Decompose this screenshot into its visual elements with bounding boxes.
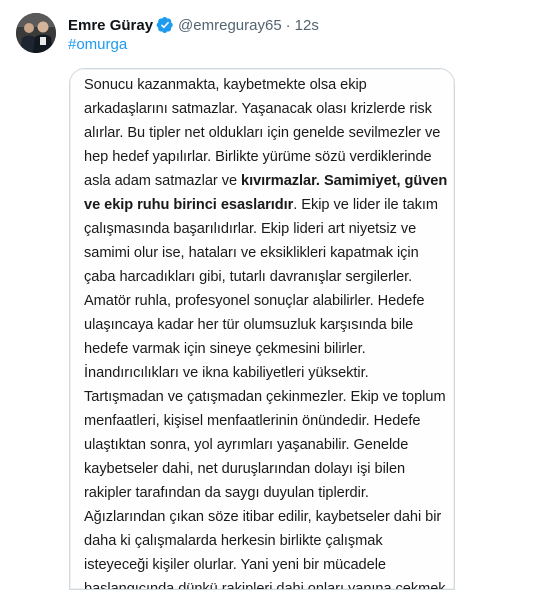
note-text: daha ki çalışmalarda herkesin birlikte ç… (84, 533, 383, 549)
tweet-header: Emre Güray @emreguray65 · 12s (68, 14, 319, 36)
note-line: daha ki çalışmalarda herkesin birlikte ç… (84, 529, 446, 553)
note-bold-text: kıvırmazlar. Samimiyet, güven (241, 173, 448, 189)
note-line: asla adam satmazlar ve kıvırmazlar. Sami… (84, 169, 448, 193)
note-text: alırlar. Bu tipler net oldukları için ge… (84, 125, 441, 141)
note-text: samimi olur ise, hataları ve eksiklikler… (84, 245, 419, 261)
note-line: samimi olur ise, hataları ve eksiklikler… (84, 241, 446, 265)
note-line: Ağızlarından çıkan söze itibar edilir, k… (84, 505, 446, 529)
hashtag-link[interactable]: #omurga (68, 36, 127, 53)
note-text: menfaatleri, kişisel menfaatlerinin önün… (84, 413, 421, 429)
note-line: hep hedef yapılırlar. Birlikte yürüme sö… (84, 145, 446, 169)
note-text: Ağızlarından çıkan söze itibar edilir, k… (84, 509, 442, 525)
note-line: ulaşıncaya kadar her tür olumsuzluk karş… (84, 313, 446, 337)
attached-image[interactable]: Sonucu kazanmakta, kaybetmekte olsa ekip… (69, 68, 455, 590)
avatar[interactable] (16, 13, 56, 53)
note-line: Tartışmadan ve çatışmadan çekinmezler. E… (84, 385, 446, 409)
note-line: isteyeceği kişiler olurlar. Yani yeni bi… (84, 553, 446, 577)
note-line: hedefe varmak için sineye çekmesini bili… (84, 337, 446, 361)
note-line: çalışmasında başarılıdırlar. Ekip lideri… (84, 217, 446, 241)
note-text-image: Sonucu kazanmakta, kaybetmekte olsa ekip… (70, 69, 454, 589)
note-text: başlangıcında dünkü rakipleri dahi onlar… (84, 581, 450, 590)
note-line: İnandırıcılıkları ve ikna kabiliyetleri … (84, 361, 446, 385)
separator-dot: · (285, 16, 291, 34)
note-bold-text: ve ekip ruhu birinci esaslarıdır (84, 197, 294, 213)
note-line: menfaatleri, kişisel menfaatlerinin önün… (84, 409, 446, 433)
note-line: Amatör ruhla, profesyonel sonuçlar alabi… (84, 289, 446, 313)
note-text: arkadaşlarını satmazlar. Yaşanacak olası… (84, 101, 432, 117)
note-text: isteyeceği kişiler olurlar. Yani yeni bi… (84, 557, 386, 573)
note-text: Tartışmadan ve çatışmadan çekinmezler. E… (84, 389, 446, 405)
note-text: hedefe varmak için sineye çekmesini bili… (84, 341, 366, 357)
note-text: Amatör ruhla, profesyonel sonuçlar alabi… (84, 293, 425, 309)
note-text: asla adam satmazlar ve (84, 173, 242, 189)
note-text: İnandırıcılıkları ve ikna kabiliyetleri … (84, 365, 369, 381)
author-name[interactable]: Emre Güray (68, 17, 153, 34)
note-line: ulaştıktan sonra, yol ayrımları yaşanabi… (84, 433, 446, 457)
verified-badge-icon (156, 16, 173, 34)
note-line: alırlar. Bu tipler net oldukları için ge… (84, 121, 446, 145)
note-line: ve ekip ruhu birinci esaslarıdır. Ekip v… (84, 193, 446, 217)
note-text: çaba harcadıkları gibi, tutarlı davranış… (84, 269, 413, 285)
note-text: rakipler tarafından da saygı duyulan tip… (84, 485, 369, 501)
note-text: kaybetseler dahi, net duruşlarından dola… (84, 461, 406, 477)
timestamp[interactable]: 12s (295, 17, 319, 34)
note-text: Sonucu kazanmakta, kaybetmekte olsa ekip (84, 77, 367, 93)
note-text: hep hedef yapılırlar. Birlikte yürüme sö… (84, 149, 432, 165)
note-line: Sonucu kazanmakta, kaybetmekte olsa ekip (84, 73, 446, 97)
note-line: çaba harcadıkları gibi, tutarlı davranış… (84, 265, 446, 289)
note-text: ulaştıktan sonra, yol ayrımları yaşanabi… (84, 437, 409, 453)
author-handle[interactable]: @emreguray65 (178, 17, 282, 34)
note-line: başlangıcında dünkü rakipleri dahi onlar… (84, 577, 450, 589)
note-line: arkadaşlarını satmazlar. Yaşanacak olası… (84, 97, 446, 121)
note-text: . Ekip ve lider ile takım (293, 197, 439, 213)
note-line: kaybetseler dahi, net duruşlarından dola… (84, 457, 446, 481)
note-text: çalışmasında başarılıdırlar. Ekip lideri… (84, 221, 417, 237)
note-line: rakipler tarafından da saygı duyulan tip… (84, 481, 446, 505)
avatar-photo-icon (16, 13, 56, 53)
note-text: ulaşıncaya kadar her tür olumsuzluk karş… (84, 317, 414, 333)
